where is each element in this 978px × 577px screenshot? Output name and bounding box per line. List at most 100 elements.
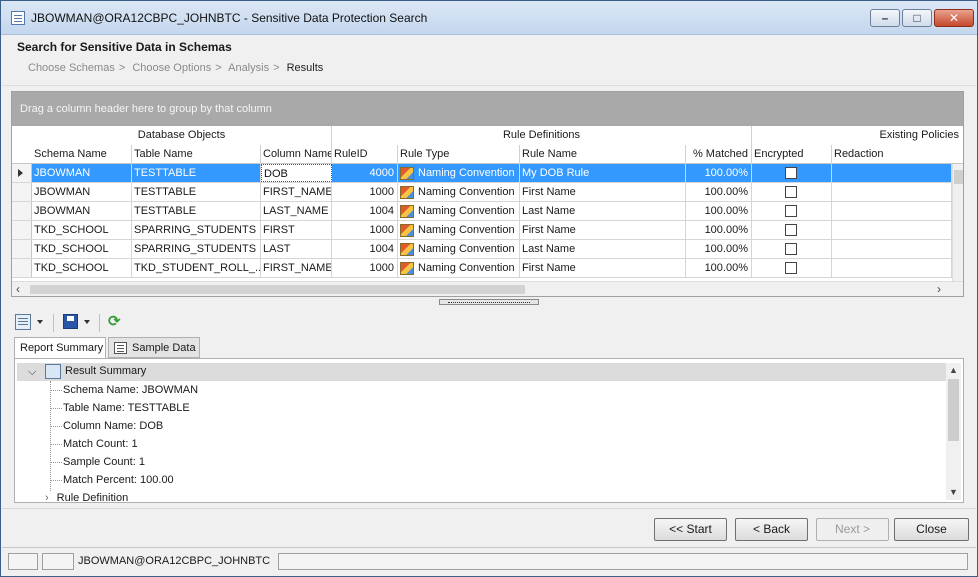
- cell-schema[interactable]: TKD_SCHOOL: [32, 240, 132, 258]
- close-button[interactable]: Close: [894, 518, 969, 541]
- back-button[interactable]: < Back: [735, 518, 808, 541]
- col-header-rule-name[interactable]: Rule Name: [520, 145, 686, 164]
- report-options-icon[interactable]: [15, 314, 31, 330]
- cell-redaction[interactable]: [832, 240, 952, 258]
- scroll-left-icon[interactable]: ‹: [16, 282, 20, 296]
- band-rule-definitions[interactable]: Rule Definitions: [332, 126, 752, 145]
- cell-table[interactable]: TESTTABLE: [132, 202, 261, 220]
- cell-rule-id[interactable]: 1004: [332, 240, 398, 258]
- cell-percent-matched[interactable]: 100.00%: [686, 202, 752, 220]
- scroll-up-icon[interactable]: ▲: [949, 365, 958, 375]
- status-clock-icon[interactable]: [42, 553, 74, 570]
- row-indicator[interactable]: [12, 183, 32, 201]
- cell-schema[interactable]: JBOWMAN: [32, 202, 132, 220]
- table-row[interactable]: TKD_SCHOOL SPARRING_STUDENTS FIRST 1000 …: [12, 221, 952, 240]
- group-by-panel[interactable]: Drag a column header here to group by th…: [12, 92, 963, 126]
- chevron-down-icon[interactable]: [84, 320, 90, 324]
- expand-icon[interactable]: ›: [45, 492, 49, 502]
- status-panel-icon[interactable]: [8, 553, 38, 570]
- title-bar[interactable]: JBOWMAN@ORA12CBPC_JOHNBTC - Sensitive Da…: [1, 1, 977, 35]
- cell-redaction[interactable]: [832, 259, 952, 277]
- cell-rule-type[interactable]: Naming Convention: [398, 164, 520, 182]
- col-header-redaction[interactable]: Redaction: [832, 145, 963, 164]
- encrypted-checkbox[interactable]: [785, 205, 797, 217]
- result-summary-node[interactable]: ⌵ Result Summary: [17, 363, 946, 381]
- grid-vertical-scrollbar[interactable]: [952, 164, 963, 282]
- cell-rule-id[interactable]: 4000: [332, 164, 398, 182]
- cell-schema[interactable]: JBOWMAN: [32, 183, 132, 201]
- encrypted-checkbox[interactable]: [785, 224, 797, 236]
- cell-rule-id[interactable]: 1000: [332, 183, 398, 201]
- cell-table[interactable]: TKD_STUDENT_ROLL_...: [132, 259, 261, 277]
- table-row[interactable]: TKD_SCHOOL SPARRING_STUDENTS LAST 1004 N…: [12, 240, 952, 259]
- results-grid[interactable]: Drag a column header here to group by th…: [11, 91, 964, 297]
- cell-rule-type[interactable]: Naming Convention: [398, 202, 520, 220]
- cell-rule-name[interactable]: Last Name: [520, 202, 686, 220]
- cell-percent-matched[interactable]: 100.00%: [686, 259, 752, 277]
- col-header-rule-id[interactable]: RuleID: [332, 145, 398, 164]
- scroll-right-icon[interactable]: ›: [937, 282, 941, 296]
- cell-column[interactable]: FIRST_NAME: [261, 259, 332, 277]
- cell-rule-type[interactable]: Naming Convention: [398, 259, 520, 277]
- cell-encrypted[interactable]: [752, 202, 832, 220]
- save-icon[interactable]: [63, 314, 78, 329]
- cell-schema[interactable]: TKD_SCHOOL: [32, 221, 132, 239]
- collapse-icon[interactable]: ⌵: [28, 366, 36, 379]
- grid-horizontal-scroll-thumb[interactable]: [30, 285, 525, 294]
- minimize-button[interactable]: –: [870, 9, 900, 27]
- row-indicator[interactable]: [12, 259, 32, 277]
- band-existing-policies[interactable]: Existing Policies: [752, 126, 963, 145]
- col-header-percent-matched[interactable]: % Matched: [686, 145, 752, 164]
- cell-table[interactable]: SPARRING_STUDENTS: [132, 240, 261, 258]
- table-row[interactable]: JBOWMAN TESTTABLE LAST_NAME 1004 Naming …: [12, 202, 952, 221]
- band-database-objects[interactable]: Database Objects: [32, 126, 332, 145]
- cell-encrypted[interactable]: [752, 240, 832, 258]
- row-indicator[interactable]: [12, 202, 32, 220]
- start-button[interactable]: << Start: [654, 518, 727, 541]
- col-header-column-name[interactable]: Column Name: [261, 145, 332, 164]
- refresh-icon[interactable]: ⟳: [108, 314, 124, 330]
- cell-table[interactable]: TESTTABLE: [132, 183, 261, 201]
- col-header-table-name[interactable]: Table Name: [132, 145, 261, 164]
- cell-rule-name[interactable]: First Name: [520, 221, 686, 239]
- row-indicator-icon[interactable]: [12, 164, 32, 182]
- cell-rule-type[interactable]: Naming Convention: [398, 183, 520, 201]
- cell-encrypted[interactable]: [752, 259, 832, 277]
- encrypted-checkbox[interactable]: [785, 262, 797, 274]
- table-row[interactable]: JBOWMAN TESTTABLE DOB 4000 Naming Conven…: [12, 164, 952, 183]
- row-indicator[interactable]: [12, 240, 32, 258]
- encrypted-checkbox[interactable]: [785, 167, 797, 179]
- cell-encrypted[interactable]: [752, 164, 832, 182]
- cell-table[interactable]: TESTTABLE: [132, 164, 261, 182]
- grid-horizontal-scrollbar[interactable]: ‹ ›: [12, 281, 963, 296]
- cell-rule-id[interactable]: 1000: [332, 259, 398, 277]
- cell-redaction[interactable]: [832, 164, 952, 182]
- cell-encrypted[interactable]: [752, 183, 832, 201]
- cell-column[interactable]: FIRST_NAME: [261, 183, 332, 201]
- cell-rule-name[interactable]: Last Name: [520, 240, 686, 258]
- cell-rule-id[interactable]: 1004: [332, 202, 398, 220]
- col-header-rule-type[interactable]: Rule Type: [398, 145, 520, 164]
- encrypted-checkbox[interactable]: [785, 243, 797, 255]
- cell-redaction[interactable]: [832, 202, 952, 220]
- cell-rule-id[interactable]: 1000: [332, 221, 398, 239]
- cell-encrypted[interactable]: [752, 221, 832, 239]
- maximize-button[interactable]: □: [902, 9, 932, 27]
- col-header-encrypted[interactable]: Encrypted: [752, 145, 832, 164]
- cell-column[interactable]: DOB: [261, 164, 332, 182]
- cell-schema[interactable]: JBOWMAN: [32, 164, 132, 182]
- cell-column[interactable]: LAST: [261, 240, 332, 258]
- cell-rule-type[interactable]: Naming Convention: [398, 240, 520, 258]
- table-row[interactable]: JBOWMAN TESTTABLE FIRST_NAME 1000 Naming…: [12, 183, 952, 202]
- next-button[interactable]: Next >: [816, 518, 889, 541]
- summary-scroll-thumb[interactable]: [948, 379, 959, 441]
- cell-percent-matched[interactable]: 100.00%: [686, 183, 752, 201]
- encrypted-checkbox[interactable]: [785, 186, 797, 198]
- grid-vertical-scroll-thumb[interactable]: [954, 170, 963, 184]
- cell-column[interactable]: LAST_NAME: [261, 202, 332, 220]
- summary-vertical-scrollbar[interactable]: ▲ ▼: [946, 363, 961, 500]
- cell-percent-matched[interactable]: 100.00%: [686, 221, 752, 239]
- tab-report-summary[interactable]: Report Summary: [14, 337, 106, 359]
- cell-schema[interactable]: TKD_SCHOOL: [32, 259, 132, 277]
- col-header-schema-name[interactable]: Schema Name: [32, 145, 132, 164]
